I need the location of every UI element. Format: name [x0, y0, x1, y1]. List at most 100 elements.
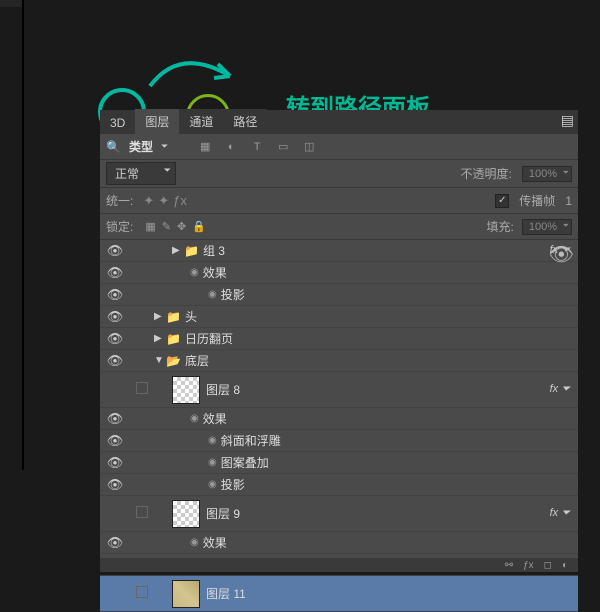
tab-channels[interactable]: 通道	[179, 109, 223, 134]
fx-badge[interactable]: fx ⏷	[550, 383, 570, 396]
layer-name[interactable]: 日历翻页	[185, 330, 233, 347]
eye-icon[interactable]: 👁	[100, 243, 130, 259]
lock-image-icon[interactable]: ✎	[162, 220, 171, 233]
lock-all-icon[interactable]: 🔒	[192, 220, 206, 233]
lock-position-icon[interactable]: ✥	[177, 220, 186, 233]
mask-icon[interactable]: ◻	[544, 560, 552, 571]
filter-adjust-icon[interactable]: ◐	[222, 138, 240, 156]
layer-name[interactable]: 头	[185, 308, 197, 325]
layers-list: 👁▶📁组 3fx ⏷👁◉效果👁◉投影👁▶📁头👁▶📁日历翻页👁▼📂底层图层 8fx…	[100, 240, 578, 612]
lock-label: 锁定:	[106, 218, 133, 235]
eye-icon[interactable]: 👁	[100, 433, 130, 449]
filter-smart-icon[interactable]: ◫	[300, 138, 318, 156]
layer-row[interactable]: 👁 ▼📂 底层	[100, 350, 578, 372]
folder-icon: 📁	[166, 310, 181, 324]
layer-row[interactable]: 👁 ◉ 斜面和浮雕	[100, 430, 578, 452]
layer-row[interactable]: 图层 11	[100, 576, 578, 612]
layer-checkbox[interactable]	[130, 506, 154, 521]
folder-icon: 📁	[166, 332, 181, 346]
layer-name[interactable]: 投影	[221, 476, 245, 493]
layer-checkbox[interactable]	[130, 382, 154, 397]
blend-mode-dropdown[interactable]: 正常	[106, 162, 176, 185]
unify-style-icon[interactable]: ƒx	[173, 193, 187, 209]
layer-row[interactable]: 👁▶📁组 3fx ⏷	[100, 240, 578, 262]
effect-bullet-icon: ◉	[208, 457, 217, 468]
fx-icon[interactable]: ƒx	[523, 560, 534, 571]
fill-value[interactable]: 100%	[522, 219, 572, 235]
eye-icon[interactable]: 👁	[100, 411, 130, 427]
adjustment-icon[interactable]: ◐	[562, 560, 568, 571]
search-icon[interactable]: 🔍	[106, 140, 121, 154]
tab-layers[interactable]: 图层	[135, 109, 179, 134]
layer-name[interactable]: 图层 9	[206, 505, 240, 522]
lock-transparent-icon[interactable]: ▦	[145, 220, 155, 233]
propagate-checkbox[interactable]: ✓	[495, 194, 509, 208]
eye-icon[interactable]: 👁	[100, 309, 130, 325]
layer-row[interactable]: 👁 ◉ 投影	[100, 284, 578, 306]
expand-arrow-icon[interactable]: ▶	[172, 245, 184, 256]
eye-icon[interactable]: 👁	[100, 265, 130, 281]
eye-icon[interactable]: 👁	[100, 331, 130, 347]
fx-badge[interactable]: fx ⏷	[550, 507, 570, 520]
effect-bullet-icon: ◉	[190, 413, 199, 424]
layer-row[interactable]: 图层 9 fx ⏷	[100, 496, 578, 532]
folder-icon: 📁	[184, 244, 199, 258]
layer-row[interactable]: 图层 8 fx ⏷	[100, 372, 578, 408]
eye-icon[interactable]: 👁	[100, 353, 130, 369]
layer-row[interactable]: 👁 ◉ 效果	[100, 262, 578, 284]
eye-icon[interactable]: 👁	[100, 477, 130, 493]
eye-icon[interactable]: 👁	[100, 455, 130, 471]
unify-position-icon[interactable]: ✦	[143, 193, 154, 209]
effect-bullet-icon: ◉	[190, 267, 199, 278]
unify-visibility-icon[interactable]: ✦	[158, 193, 169, 209]
layer-row[interactable]: 👁 ◉ 图案叠加	[100, 452, 578, 474]
layer-name[interactable]: 效果	[203, 410, 227, 427]
filter-kind-label[interactable]: 类型	[129, 138, 153, 155]
layer-checkbox[interactable]	[130, 586, 154, 601]
layer-name[interactable]: 图层 8	[206, 381, 240, 398]
propagate-label: 传播帧	[519, 192, 555, 209]
layer-name[interactable]: 组 3	[203, 242, 225, 259]
layer-row[interactable]: 👁 ◉ 投影	[100, 474, 578, 496]
visibility-toggle-icon[interactable]: 👁	[549, 242, 574, 267]
effect-bullet-icon: ◉	[208, 435, 217, 446]
fill-label: 填充:	[487, 218, 514, 235]
panel-tabs: 3D 图层 通道 路径	[100, 110, 578, 134]
folder-icon: 📂	[166, 354, 181, 368]
layer-row[interactable]: 👁 ▶📁 日历翻页	[100, 328, 578, 350]
layer-name[interactable]: 底层	[185, 352, 209, 369]
effect-bullet-icon: ◉	[208, 479, 217, 490]
effect-bullet-icon: ◉	[208, 289, 217, 300]
expand-arrow-icon[interactable]: ▶	[154, 333, 166, 344]
link-icon[interactable]: ⚯	[505, 560, 513, 571]
panel-bottom-bar: ⚯ ƒx ◻ ◐	[100, 558, 578, 572]
layer-thumbnail[interactable]	[172, 500, 200, 528]
filter-shape-icon[interactable]: ▭	[274, 138, 292, 156]
layer-name[interactable]: 斜面和浮雕	[221, 432, 281, 449]
opacity-label: 不透明度:	[461, 165, 512, 182]
eye-icon[interactable]: 👁	[100, 287, 130, 303]
unify-label: 统一:	[106, 192, 133, 209]
filter-type-icon[interactable]: T	[248, 138, 266, 156]
layer-row[interactable]: 👁◉效果	[100, 532, 578, 554]
opacity-value[interactable]: 100%	[522, 166, 572, 182]
tab-paths[interactable]: 路径	[223, 109, 267, 134]
layer-thumbnail[interactable]	[172, 376, 200, 404]
layer-name[interactable]: 图层 11	[206, 585, 246, 602]
eye-icon[interactable]: 👁	[100, 535, 130, 551]
layer-name[interactable]: 效果	[203, 534, 227, 551]
layer-name[interactable]: 图案叠加	[221, 454, 269, 471]
layer-name[interactable]: 效果	[203, 264, 227, 281]
panel-menu-icon[interactable]: ▤	[561, 112, 574, 129]
expand-arrow-icon[interactable]: ▼	[154, 355, 166, 366]
tab-3d[interactable]: 3D	[100, 112, 135, 134]
expand-arrow-icon[interactable]: ▶	[154, 311, 166, 322]
filter-pixel-icon[interactable]: ▦	[196, 138, 214, 156]
chevron-down-icon[interactable]: ⏷	[161, 141, 168, 152]
annotation-arrow	[140, 36, 260, 106]
layer-row[interactable]: 👁 ▶📁 头	[100, 306, 578, 328]
layer-row[interactable]: 👁 ◉ 效果	[100, 408, 578, 430]
layers-panel: ▤ 3D 图层 通道 路径 🔍 类型 ⏷ ▦ ◐ T ▭ ◫ 正常 不透明度: …	[100, 110, 578, 572]
layer-thumbnail[interactable]	[172, 580, 200, 608]
layer-name[interactable]: 投影	[221, 286, 245, 303]
